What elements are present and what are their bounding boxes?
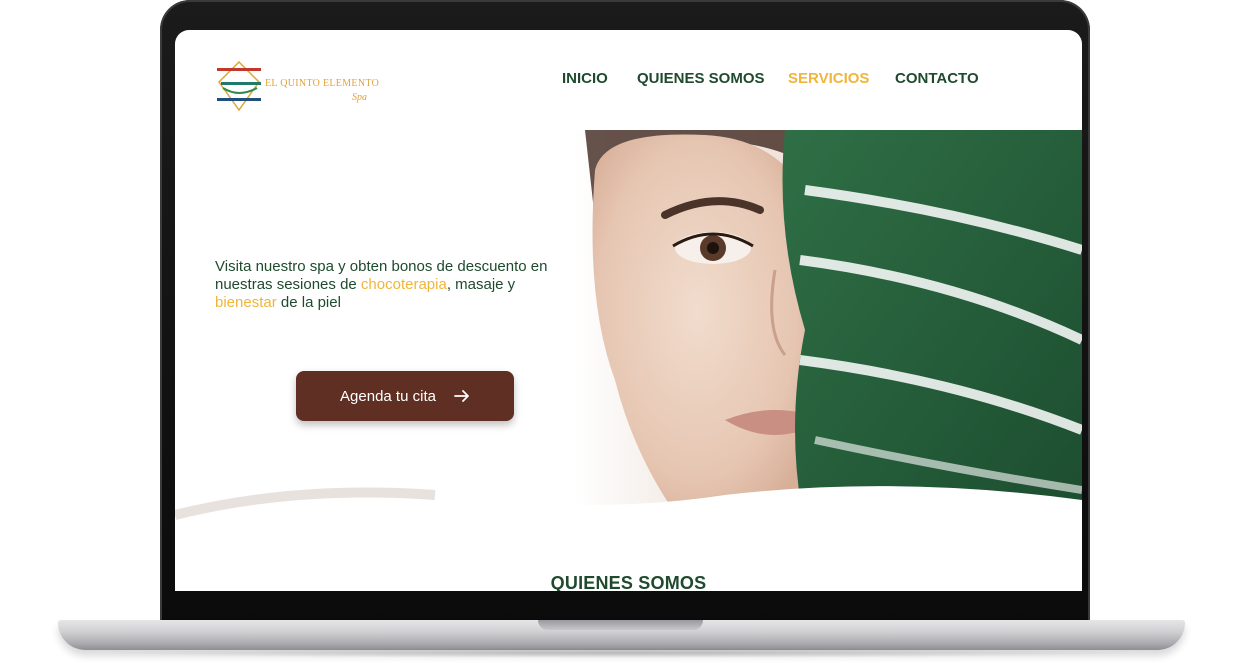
section-title-quienes-somos: QUIENES SOMOS [550, 573, 707, 591]
brand-name: EL QUINTO ELEMENTO [265, 78, 380, 89]
cta-label: Agenda tu cita [340, 387, 436, 405]
brand-sub: Spa [352, 92, 367, 103]
browser-screen: EL QUINTO ELEMENTO Spa INICIO QUIENES SO… [175, 30, 1082, 591]
hero-text: Visita nuestro spa y obten bonos de desc… [215, 258, 575, 312]
arrow-right-icon [454, 390, 469, 402]
diamond-logo-icon [217, 60, 261, 112]
agenda-cita-button[interactable]: Agenda tu cita [296, 371, 514, 421]
laptop-shadow [100, 648, 1140, 658]
hero-wave [175, 486, 1082, 550]
nav-servicios[interactable]: SERVICIOS [788, 70, 869, 87]
hero-text-part-2: , masaje y [446, 276, 516, 293]
hero-highlight-bienestar: bienestar [215, 294, 277, 311]
nav-quienes-somos[interactable]: QUIENES SOMOS [637, 70, 765, 87]
nav-contacto[interactable]: CONTACTO [895, 70, 979, 87]
hero-highlight-chocoterapia: chocoterapia [360, 276, 447, 293]
laptop-notch [538, 620, 703, 630]
hero-image [575, 130, 1082, 527]
nav-inicio[interactable]: INICIO [562, 70, 608, 87]
brand-logo[interactable]: EL QUINTO ELEMENTO Spa [217, 60, 387, 120]
hero-text-part-3: de la piel [276, 294, 341, 311]
